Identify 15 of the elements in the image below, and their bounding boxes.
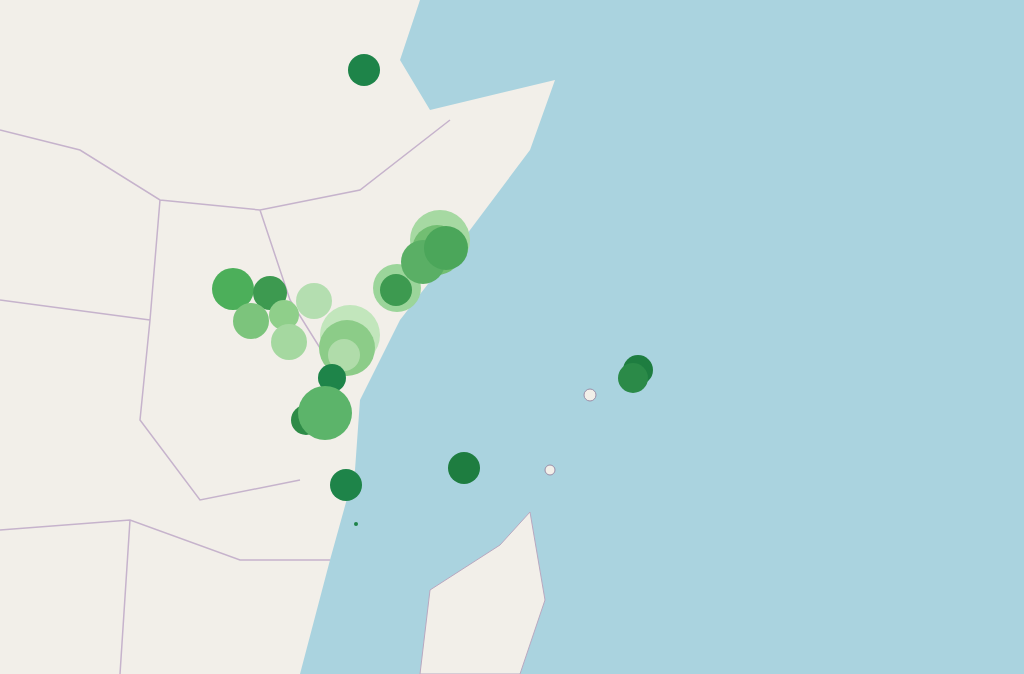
map-marker[interactable] xyxy=(271,324,307,360)
map-marker[interactable] xyxy=(424,226,468,270)
map-marker[interactable] xyxy=(296,283,332,319)
map-marker[interactable] xyxy=(618,363,648,393)
map-marker[interactable] xyxy=(448,452,480,484)
map-marker[interactable] xyxy=(253,276,287,310)
map-marker[interactable] xyxy=(380,274,412,306)
map-marker[interactable] xyxy=(348,54,380,86)
map-marker[interactable] xyxy=(328,339,360,371)
map-marker[interactable] xyxy=(298,386,352,440)
map-marker[interactable] xyxy=(354,522,358,526)
map-marker[interactable] xyxy=(330,469,362,501)
map-marker[interactable] xyxy=(233,303,269,339)
map-marker[interactable] xyxy=(212,268,254,310)
map-marker[interactable] xyxy=(269,300,299,330)
